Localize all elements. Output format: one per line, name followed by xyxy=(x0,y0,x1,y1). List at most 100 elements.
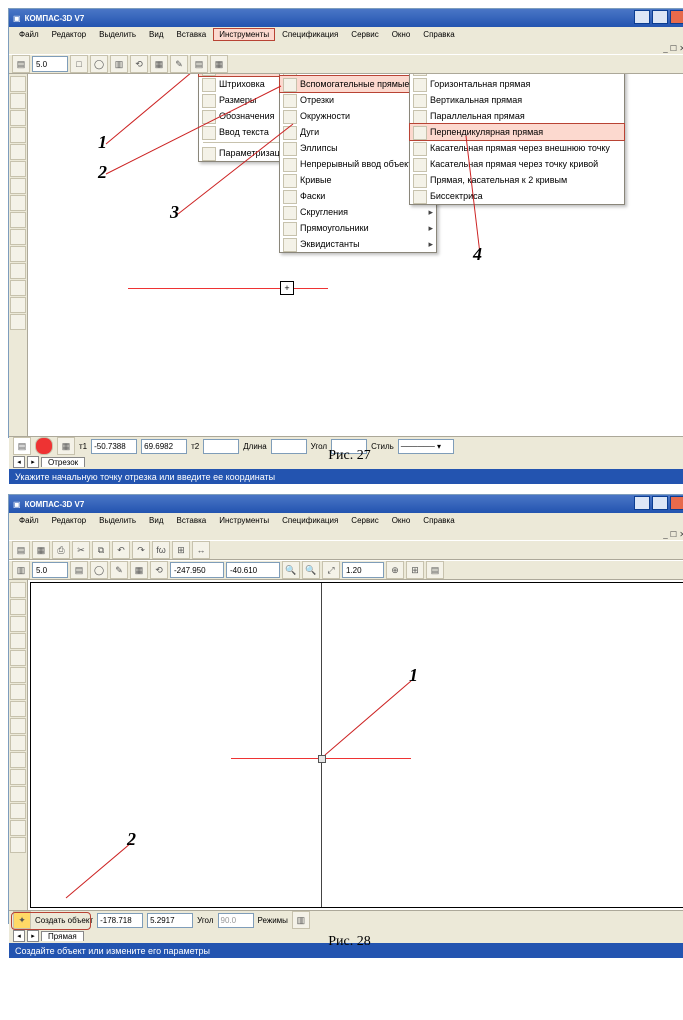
tool-icon[interactable] xyxy=(10,701,26,717)
minimize-button[interactable] xyxy=(634,10,650,24)
tool-icon[interactable]: fω xyxy=(152,541,170,559)
menu-справка[interactable]: Справка xyxy=(417,514,460,527)
menu-item[interactable]: Прямая, касательная к 2 кривым xyxy=(410,172,624,188)
menu-сервис[interactable]: Сервис xyxy=(345,514,384,527)
drawing-canvas[interactable]: ГеометрияШтриховкаРазмерыОбозначенияВвод… xyxy=(28,74,683,436)
create-object-label[interactable]: Создать объект xyxy=(35,916,93,925)
length-input[interactable] xyxy=(271,439,307,454)
coord-y-field[interactable]: -40.610 xyxy=(226,562,280,578)
t1-x-input[interactable]: -50.7388 xyxy=(91,439,137,454)
stop-icon[interactable] xyxy=(35,437,53,455)
tool-icon[interactable] xyxy=(10,820,26,836)
tool-icon[interactable] xyxy=(10,803,26,819)
tool-icon[interactable]: ↶ xyxy=(112,541,130,559)
tool-icon[interactable] xyxy=(10,161,26,177)
maximize-button[interactable] xyxy=(652,10,668,24)
menu-окно[interactable]: Окно xyxy=(386,28,417,41)
menu-вставка[interactable]: Вставка xyxy=(171,514,213,527)
menu-item[interactable]: Горизонтальная прямая xyxy=(410,76,624,92)
menu-вставка[interactable]: Вставка xyxy=(171,28,213,41)
menu-инструменты[interactable]: Инструменты xyxy=(213,28,275,41)
tool-icon[interactable] xyxy=(10,735,26,751)
mode-icon[interactable]: ▥ xyxy=(292,911,310,929)
tool-icon[interactable]: ▤ xyxy=(70,561,88,579)
menu-item[interactable]: Параллельная прямая xyxy=(410,108,624,124)
tool-icon[interactable]: ▤ xyxy=(12,541,30,559)
menu-item[interactable]: Эквидистанты xyxy=(280,236,436,252)
tool-icon[interactable]: ▦ xyxy=(210,55,228,73)
tool-icon[interactable]: ✎ xyxy=(110,561,128,579)
menu-справка[interactable]: Справка xyxy=(417,28,460,41)
tool-icon[interactable]: ✎ xyxy=(170,55,188,73)
menu-инструменты[interactable]: Инструменты xyxy=(213,514,275,527)
tool-icon[interactable]: ▦ xyxy=(150,55,168,73)
t1-y-input[interactable]: 69.6982 xyxy=(141,439,187,454)
active-tab[interactable]: Прямая xyxy=(41,931,84,941)
tool-icon[interactable] xyxy=(10,280,26,296)
menu-item[interactable]: Прямоугольники xyxy=(280,220,436,236)
tool-icon[interactable] xyxy=(10,144,26,160)
mdi-close-buttons[interactable]: _ ☐ ✕ xyxy=(663,530,683,539)
tool-icon[interactable]: ⎙ xyxy=(52,541,70,559)
menu-item[interactable]: Биссектриса xyxy=(410,188,624,204)
menu-item[interactable]: Касательная прямая через внешнюю точку xyxy=(410,140,624,156)
tool-icon[interactable] xyxy=(10,246,26,262)
tool-icon[interactable] xyxy=(10,667,26,683)
tool-icon[interactable]: ▥ xyxy=(12,561,30,579)
tool-icon[interactable] xyxy=(10,650,26,666)
tool-icon[interactable] xyxy=(10,297,26,313)
tool-icon[interactable]: ◯ xyxy=(90,561,108,579)
tool-icon[interactable] xyxy=(10,76,26,92)
tool-icon[interactable] xyxy=(10,178,26,194)
close-button[interactable] xyxy=(670,10,683,24)
menu-спецификация[interactable]: Спецификация xyxy=(276,514,344,527)
menu-item[interactable]: Перпендикулярная прямая xyxy=(409,123,625,141)
menu-выделить[interactable]: Выделить xyxy=(93,28,142,41)
coord-x-field[interactable]: -247.950 xyxy=(170,562,224,578)
menu-item[interactable]: Скругления xyxy=(280,204,436,220)
close-button[interactable] xyxy=(670,496,683,510)
pbar-icon[interactable]: ▤ xyxy=(13,437,31,455)
tool-icon[interactable]: ▦ xyxy=(32,541,50,559)
tool-icon[interactable] xyxy=(10,229,26,245)
menu-item[interactable]: Вертикальная прямая xyxy=(410,92,624,108)
pbar-icon[interactable]: ▦ xyxy=(57,437,75,455)
tool-icon[interactable]: ▦ xyxy=(130,561,148,579)
tool-icon[interactable] xyxy=(10,633,26,649)
zoom-fit-icon[interactable]: ⤢ xyxy=(322,561,340,579)
tool-icon[interactable] xyxy=(10,582,26,598)
tab-prev-icon[interactable]: ◂ xyxy=(13,930,25,942)
zoom-field[interactable]: 5.0 xyxy=(32,56,68,72)
tool-icon[interactable] xyxy=(10,684,26,700)
point-y-input[interactable]: 5.2917 xyxy=(147,913,193,928)
tool-icon[interactable]: ⊕ xyxy=(386,561,404,579)
tool-icon[interactable]: □ xyxy=(70,55,88,73)
tool-icon[interactable] xyxy=(10,212,26,228)
tool-icon[interactable] xyxy=(10,93,26,109)
tool-icon[interactable]: ▥ xyxy=(110,55,128,73)
menu-вид[interactable]: Вид xyxy=(143,514,169,527)
scale-field[interactable]: 1.20 xyxy=(342,562,384,578)
tool-icon[interactable]: ▤ xyxy=(190,55,208,73)
menu-сервис[interactable]: Сервис xyxy=(345,28,384,41)
style-select[interactable]: ────── ▾ xyxy=(398,439,454,454)
tab-next-icon[interactable]: ▸ xyxy=(27,930,39,942)
tool-icon[interactable]: ⧉ xyxy=(92,541,110,559)
active-tab[interactable]: Отрезок xyxy=(41,457,85,467)
tool-icon[interactable] xyxy=(10,195,26,211)
menu-файл[interactable]: Файл xyxy=(13,514,45,527)
menu-редактор[interactable]: Редактор xyxy=(46,514,92,527)
tool-icon[interactable] xyxy=(10,752,26,768)
menu-окно[interactable]: Окно xyxy=(386,514,417,527)
create-object-icon[interactable]: ✦ xyxy=(13,911,31,929)
tool-icon[interactable]: ▤ xyxy=(12,55,30,73)
tool-icon[interactable] xyxy=(10,769,26,785)
tool-icon[interactable] xyxy=(10,314,26,330)
menu-вид[interactable]: Вид xyxy=(143,28,169,41)
tool-icon[interactable] xyxy=(10,786,26,802)
tool-icon[interactable] xyxy=(10,599,26,615)
menu-редактор[interactable]: Редактор xyxy=(46,28,92,41)
tool-icon[interactable]: ◯ xyxy=(90,55,108,73)
menu-выделить[interactable]: Выделить xyxy=(93,514,142,527)
point-x-input[interactable]: -178.718 xyxy=(97,913,143,928)
